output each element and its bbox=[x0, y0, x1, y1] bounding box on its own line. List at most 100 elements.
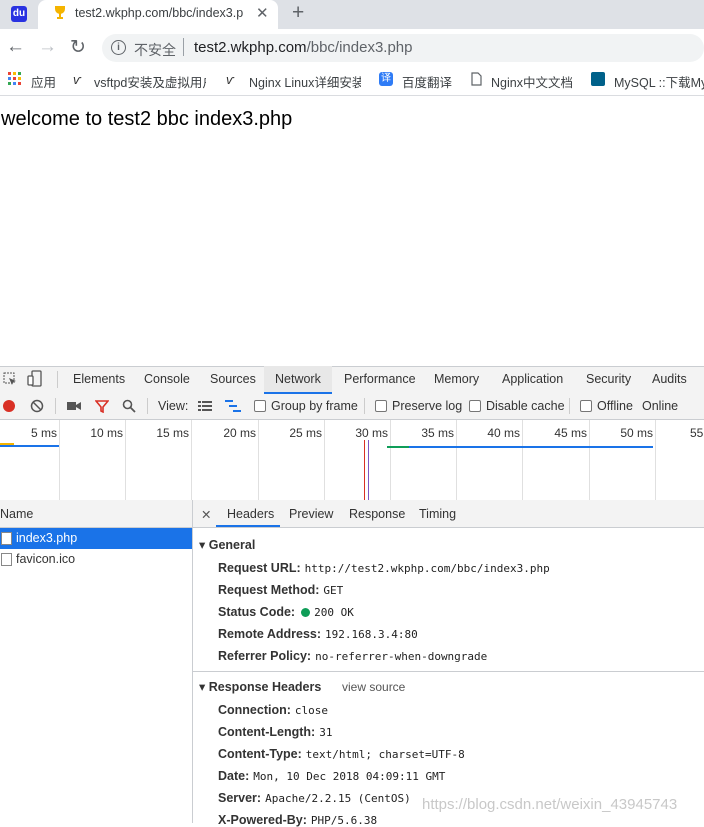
request-name: index3.php bbox=[16, 531, 78, 545]
devtools-tab-security[interactable]: Security bbox=[586, 372, 631, 386]
screenshot-camera-icon[interactable] bbox=[67, 401, 81, 411]
request-bar-favicon bbox=[409, 446, 653, 448]
waterfall-overview-icon[interactable] bbox=[225, 400, 241, 412]
new-tab-button[interactable]: + bbox=[292, 1, 304, 25]
bookmark-apps[interactable]: 应用 bbox=[31, 72, 56, 91]
bookmark-baidu-translate[interactable]: 百度翻译 bbox=[402, 72, 452, 91]
request-row-index3[interactable]: index3.php bbox=[0, 528, 192, 549]
header-key: Request Method: bbox=[218, 583, 320, 597]
record-icon[interactable] bbox=[3, 400, 15, 412]
preserve-log-checkbox[interactable] bbox=[375, 400, 387, 412]
response-header-row: X-Powered-By: PHP/5.6.38 bbox=[218, 813, 377, 827]
response-header-row: Server: Apache/2.2.15 (CentOS) bbox=[218, 791, 411, 805]
clear-icon[interactable] bbox=[30, 399, 44, 413]
search-icon[interactable] bbox=[122, 399, 136, 413]
detail-tab-headers[interactable]: Headers bbox=[227, 507, 274, 521]
timeline-tick-label: 5 ms bbox=[30, 426, 57, 440]
timeline-tick-label: 25 ms bbox=[289, 426, 322, 440]
devtools-tab-memory[interactable]: Memory bbox=[434, 372, 479, 386]
general-section-header[interactable]: ▾ General bbox=[199, 537, 255, 552]
filter-icon[interactable] bbox=[95, 400, 109, 413]
view-label: View: bbox=[158, 399, 189, 413]
bookmark-vsftpd[interactable]: vsftpd安装及虚拟用户 bbox=[94, 72, 206, 91]
request-name: favicon.ico bbox=[16, 552, 76, 566]
toolbar-divider bbox=[55, 398, 56, 414]
header-value: Apache/2.2.15 (CentOS) bbox=[265, 792, 411, 805]
response-header-row: Content-Type: text/html; charset=UTF-8 bbox=[218, 747, 465, 761]
detail-tab-timing[interactable]: Timing bbox=[419, 507, 456, 521]
timeline-gridline bbox=[59, 420, 60, 500]
tab-title: test2.wkphp.com/bbc/index3.p bbox=[75, 6, 244, 20]
timeline-gridline bbox=[191, 420, 192, 500]
devtools-tab-application[interactable]: Application bbox=[502, 372, 563, 386]
offline-checkbox[interactable] bbox=[580, 400, 592, 412]
site-logo-icon: ѵ bbox=[226, 72, 234, 87]
header-key: Remote Address: bbox=[218, 627, 322, 641]
group-by-frame-label: Group by frame bbox=[271, 399, 358, 413]
forward-button[interactable]: → bbox=[38, 36, 57, 58]
timeline-tick-label: 20 ms bbox=[223, 426, 256, 440]
header-key: Referrer Policy: bbox=[218, 649, 312, 663]
response-header-row: Connection: close bbox=[218, 703, 328, 717]
tab-close-icon[interactable]: ✕ bbox=[256, 4, 269, 22]
general-row: Referrer Policy: no-referrer-when-downgra… bbox=[218, 649, 487, 663]
header-key: Request URL: bbox=[218, 561, 301, 575]
back-button[interactable]: ← bbox=[6, 36, 25, 58]
timeline-tick-label: 15 ms bbox=[156, 426, 189, 440]
request-list bbox=[0, 528, 193, 823]
bookmark-nginx-linux[interactable]: Nginx Linux详细安装 bbox=[249, 72, 361, 91]
detail-tab-preview[interactable]: Preview bbox=[289, 507, 333, 521]
devtools-tab-audits[interactable]: Audits bbox=[652, 372, 687, 386]
site-logo-icon: ѵ bbox=[73, 72, 81, 87]
mysql-icon bbox=[591, 72, 605, 86]
devtools-tab-sources[interactable]: Sources bbox=[210, 372, 256, 386]
device-toolbar-icon[interactable] bbox=[27, 370, 43, 387]
collapse-triangle-icon: ▾ bbox=[199, 538, 209, 552]
group-by-frame-checkbox[interactable] bbox=[254, 400, 266, 412]
header-key: Server: bbox=[218, 791, 262, 805]
bookmark-nginx-docs[interactable]: Nginx中文文档 bbox=[491, 72, 573, 91]
timeline-gridline bbox=[456, 420, 457, 500]
header-value: http://test2.wkphp.com/bbc/index3.php bbox=[304, 562, 550, 575]
url-text[interactable]: test2.wkphp.com/bbc/index3.php bbox=[194, 39, 412, 56]
omnibox-divider bbox=[183, 38, 184, 56]
large-rows-icon[interactable] bbox=[198, 401, 212, 411]
timeline-gridline bbox=[390, 420, 391, 500]
bookmark-mysql[interactable]: MySQL ::下载My bbox=[614, 72, 704, 91]
devtools-tab-performance[interactable]: Performance bbox=[344, 372, 416, 386]
request-row-favicon[interactable]: favicon.ico bbox=[0, 549, 192, 570]
header-value: 200 OK bbox=[314, 606, 354, 619]
disable-cache-label: Disable cache bbox=[486, 399, 565, 413]
section-divider bbox=[193, 671, 704, 672]
devtools-tab-elements[interactable]: Elements bbox=[73, 372, 125, 386]
close-detail-icon[interactable]: ✕ bbox=[201, 507, 211, 522]
detail-tab-response[interactable]: Response bbox=[349, 507, 405, 521]
timeline-tick-label: 35 ms bbox=[421, 426, 454, 440]
load-event-line bbox=[364, 440, 365, 500]
url-path: /bbc/index3.php bbox=[306, 39, 413, 56]
security-label[interactable]: 不安全 bbox=[134, 40, 176, 60]
general-row: Status Code: 200 OK bbox=[218, 605, 354, 619]
toolbar-divider bbox=[364, 398, 365, 414]
timeline-gridline bbox=[125, 420, 126, 500]
collapse-triangle-icon: ▾ bbox=[199, 680, 209, 694]
response-headers-section-header[interactable]: ▾ Response Headers bbox=[199, 679, 321, 694]
devtools-tab-network[interactable]: Network bbox=[275, 372, 321, 386]
baidu-paw-icon[interactable]: du bbox=[11, 6, 27, 22]
header-value: no-referrer-when-downgrade bbox=[315, 650, 488, 663]
header-value: PHP/5.6.38 bbox=[310, 814, 378, 827]
devtools-tab-console[interactable]: Console bbox=[144, 372, 190, 386]
inspect-element-icon[interactable] bbox=[3, 372, 17, 386]
view-source-link[interactable]: view source bbox=[342, 680, 405, 694]
info-icon[interactable]: i bbox=[111, 40, 126, 55]
reload-button[interactable]: ↻ bbox=[70, 36, 86, 59]
header-key: Content-Type: bbox=[218, 747, 302, 761]
disable-cache-checkbox[interactable] bbox=[469, 400, 481, 412]
throttling-select[interactable]: Online bbox=[642, 399, 678, 413]
timeline-tick-label: 55 bbox=[690, 426, 704, 440]
request-bar-index3 bbox=[0, 445, 59, 447]
header-value: GET bbox=[323, 584, 344, 597]
header-key: X-Powered-By: bbox=[218, 813, 307, 827]
file-icon bbox=[1, 532, 12, 545]
request-bar-favicon-waiting bbox=[387, 446, 409, 448]
